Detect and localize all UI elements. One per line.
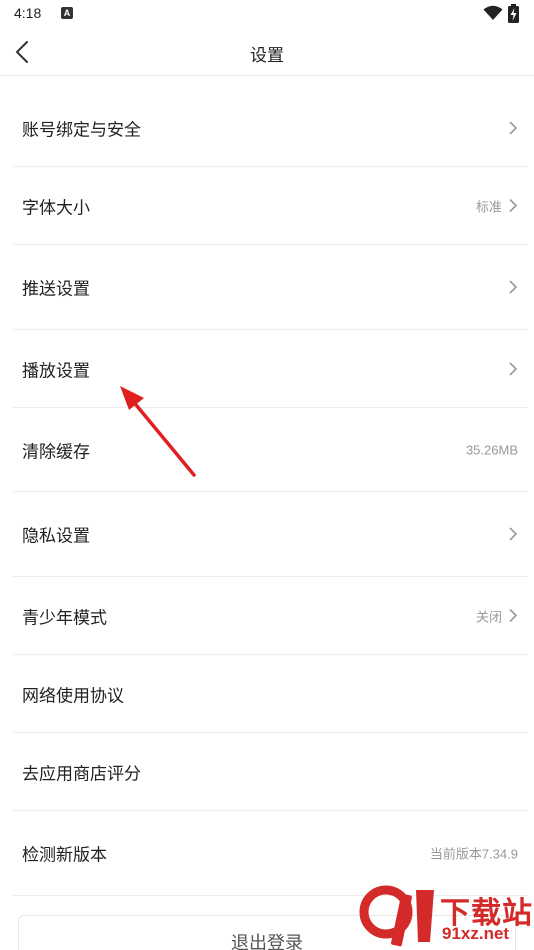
chevron-right-icon [509, 121, 518, 135]
logout-label: 退出登录 [231, 933, 303, 950]
chevron-right-icon [509, 198, 518, 213]
settings-item-label: 播放设置 [22, 361, 90, 381]
nav-bar: 设置 [0, 28, 534, 76]
settings-item-label: 清除缓存 [22, 442, 90, 462]
settings-item-label: 检测新版本 [22, 845, 107, 866]
status-time: 4:18 [14, 5, 42, 21]
settings-item-account-security[interactable]: 账号绑定与安全 [12, 90, 528, 167]
settings-item-teen-mode[interactable]: 青少年模式 关闭 [12, 577, 528, 655]
font-size-value: 标准 [475, 199, 502, 214]
status-bar: 4:18 A [0, 0, 534, 28]
chevron-right-icon [509, 527, 518, 541]
wifi-icon [483, 5, 503, 20]
settings-item-label: 去应用商店评分 [22, 764, 141, 784]
battery-charging-icon [508, 4, 519, 23]
settings-item-check-update[interactable]: 检测新版本 当前版本7.34.9 [12, 811, 528, 896]
version-value: 当前版本7.34.9 [429, 846, 518, 862]
settings-item-privacy[interactable]: 隐私设置 [12, 492, 528, 577]
chevron-right-icon [509, 280, 518, 294]
page-title: 设置 [250, 46, 284, 66]
settings-item-rate-app[interactable]: 去应用商店评分 [12, 733, 528, 811]
settings-item-font-size[interactable]: 字体大小 标准 [12, 167, 528, 245]
cache-size-value: 35.26MB [465, 442, 518, 457]
settings-item-push[interactable]: 推送设置 [12, 245, 528, 330]
settings-item-playback[interactable]: 播放设置 [12, 330, 528, 408]
settings-item-clear-cache[interactable]: 清除缓存 35.26MB [12, 408, 528, 492]
settings-item-label: 推送设置 [22, 279, 90, 300]
settings-item-label: 网络使用协议 [22, 686, 124, 706]
settings-item-network-agreement[interactable]: 网络使用协议 [12, 655, 528, 733]
logout-button[interactable]: 退出登录 [18, 915, 516, 950]
chevron-right-icon [509, 361, 518, 376]
settings-item-label: 账号绑定与安全 [22, 120, 141, 141]
chevron-right-icon [509, 608, 518, 623]
notification-badge-icon: A [61, 7, 73, 19]
settings-item-label: 隐私设置 [22, 526, 90, 547]
teen-mode-value: 关闭 [475, 609, 502, 624]
settings-item-label: 青少年模式 [22, 608, 107, 628]
settings-item-label: 字体大小 [22, 198, 90, 218]
